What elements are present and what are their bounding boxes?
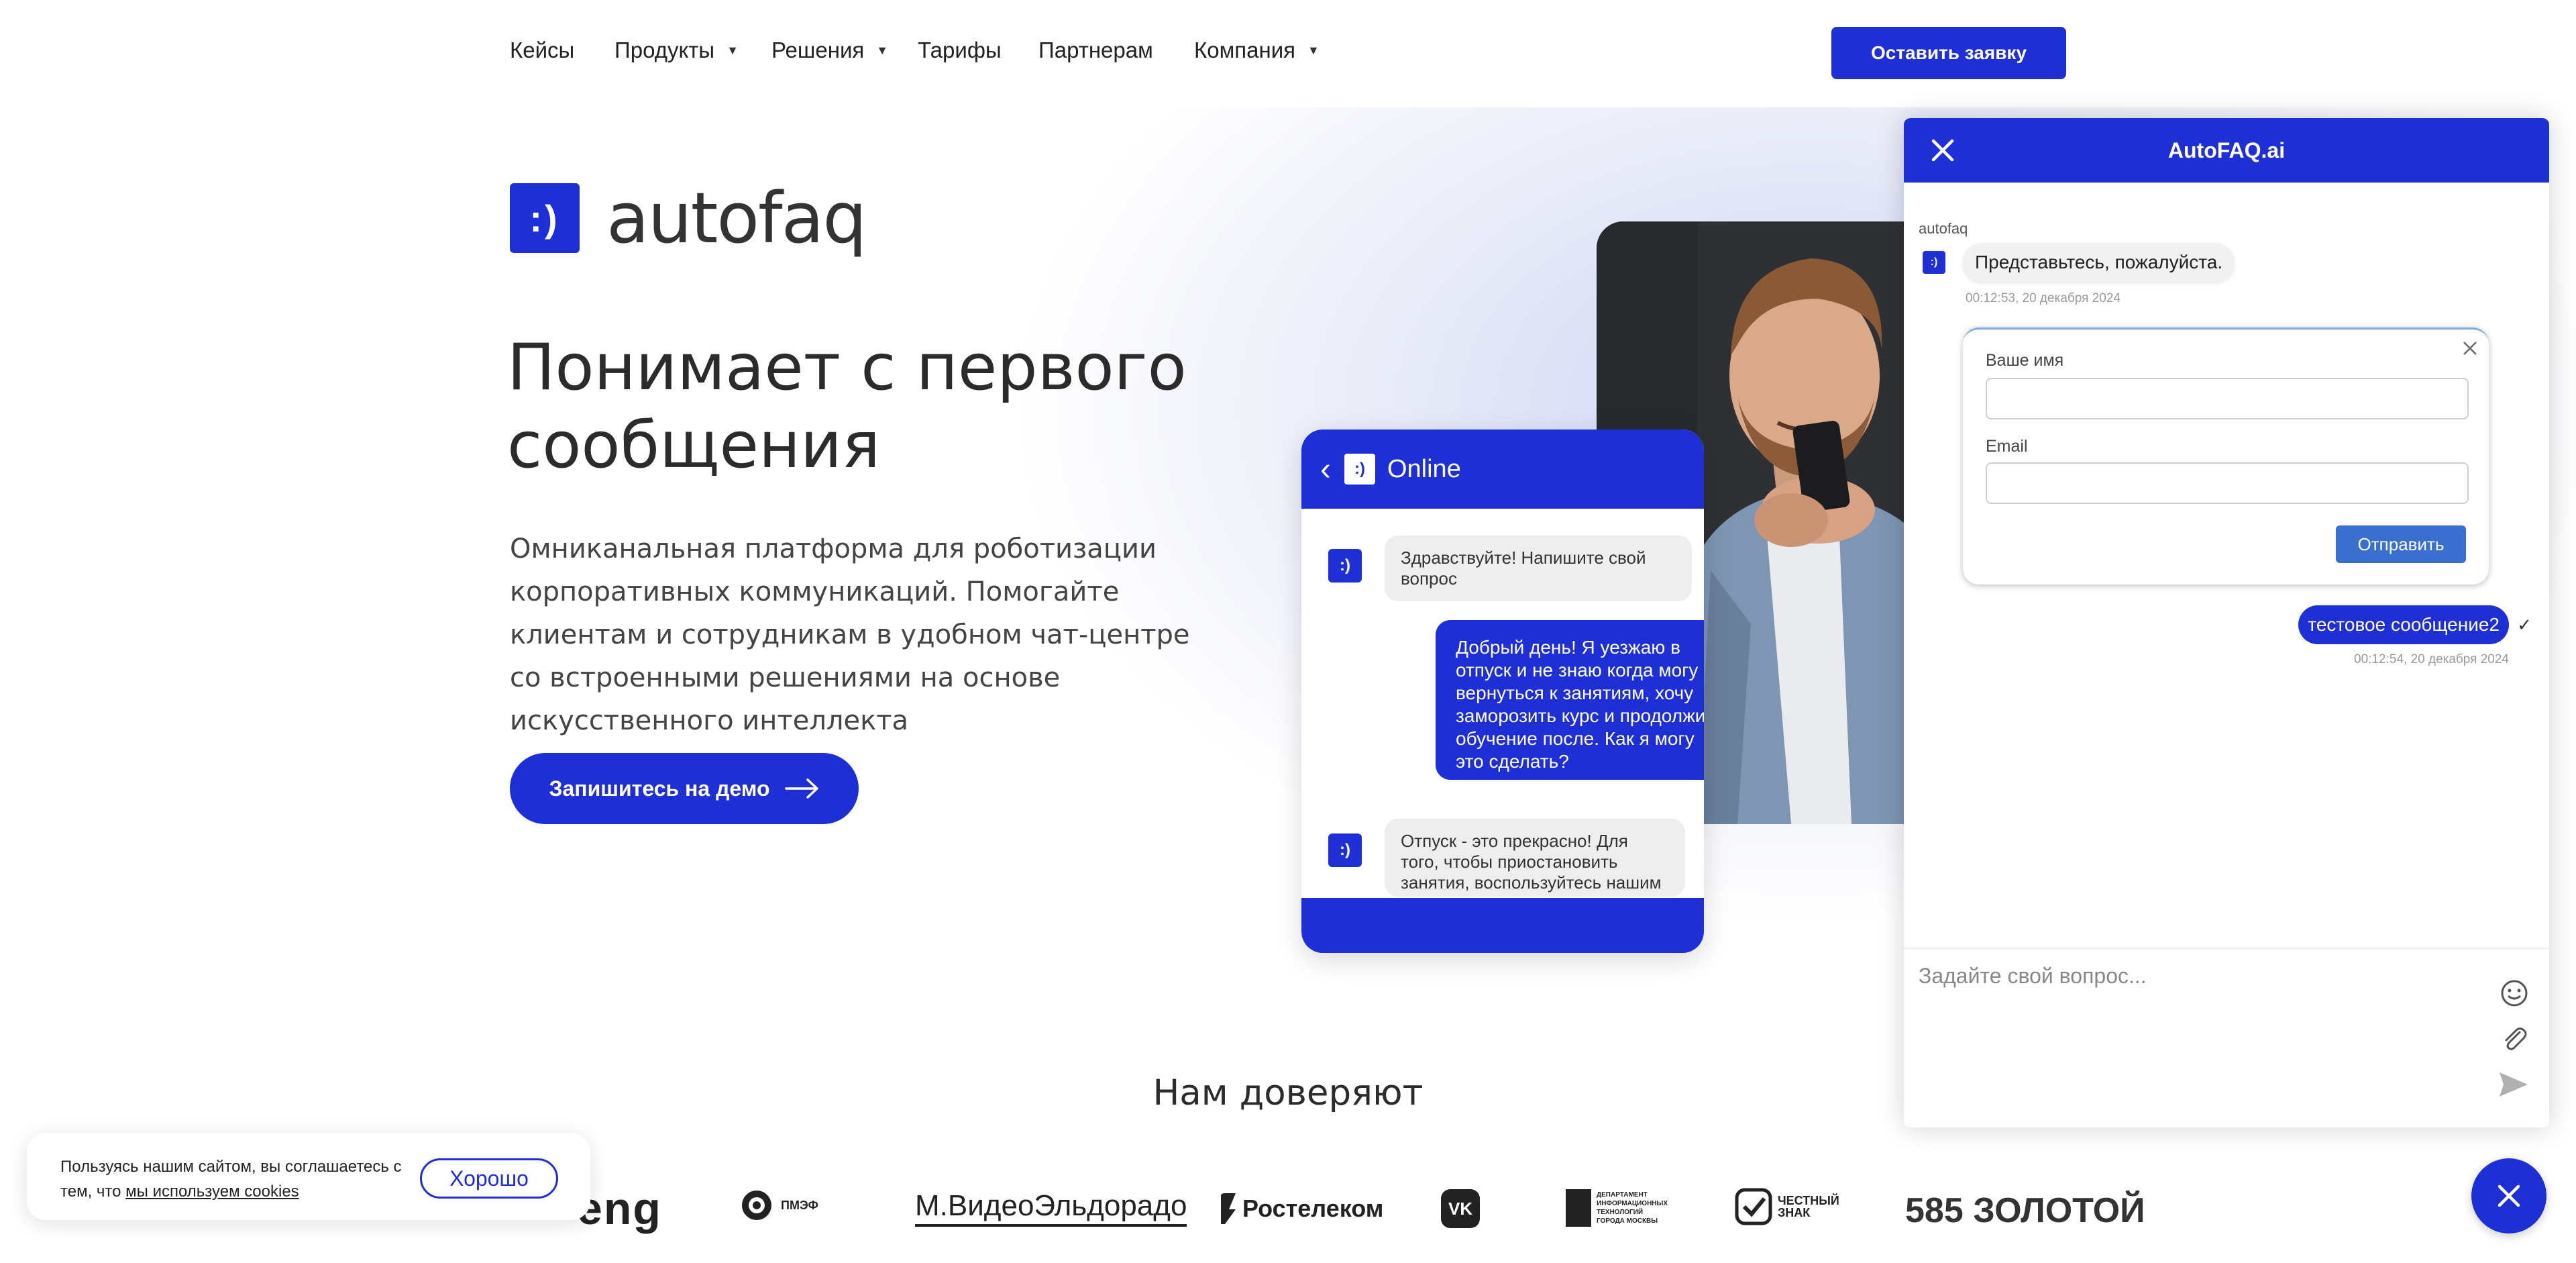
chevron-left-icon: ‹ — [1320, 451, 1331, 487]
chat-input[interactable]: Задайте свой вопрос... — [1919, 964, 2147, 989]
spief-emblem-icon — [742, 1191, 771, 1220]
user-message: тестовое сообщение2 — [2298, 605, 2509, 644]
close-icon[interactable] — [2462, 340, 2478, 356]
brand-logo-585: 585 ЗОЛОТОЙ — [1905, 1191, 2145, 1231]
cookie-text: Пользуясь нашим сайтом, вы соглашаетесь … — [60, 1154, 436, 1204]
brand-logo-rostelecom: Ростелеком — [1218, 1192, 1383, 1225]
nav-item-partners[interactable]: Партнерам — [1038, 38, 1153, 63]
name-field[interactable] — [1986, 378, 2469, 419]
top-navigation: Кейсы Продукты ▼ Решения ▼ Тарифы Партнера… — [0, 0, 2576, 107]
chat-toggle-button[interactable] — [2471, 1158, 2546, 1233]
user-message-time: 00:12:54, 20 декабря 2024 — [2354, 652, 2509, 666]
mockup-messages: :) Здравствуйте! Напишите свой вопрос До… — [1301, 509, 1704, 897]
brand-name: ЧЕСТНЫЙ ЗНАК — [1778, 1194, 1839, 1219]
nav-item-pricing[interactable]: Тарифы — [918, 38, 1002, 63]
name-label: Ваше имя — [1986, 351, 2064, 370]
check-badge-icon — [1735, 1188, 1772, 1225]
cookie-policy-link[interactable]: мы используем cookies — [125, 1182, 299, 1201]
leave-request-button[interactable]: Оставить заявку — [1831, 27, 2066, 79]
chat-widget: AutoFAQ.ai autofaq :) Представьтесь, пож… — [1904, 118, 2549, 1127]
bot-message-time: 00:12:53, 20 декабря 2024 — [1966, 291, 2121, 305]
bot-avatar-icon: :) — [1328, 833, 1362, 867]
email-field[interactable] — [1986, 462, 2469, 504]
close-icon — [2498, 1184, 2520, 1207]
bot-message: Представьтесь, пожалуйста. — [1963, 243, 2235, 282]
book-demo-label: Запишитесь на демо — [549, 776, 770, 801]
paperclip-icon[interactable] — [2500, 1024, 2529, 1054]
chat-title: AutoFAQ.ai — [2167, 138, 2286, 162]
brand-name: ПМЭФ — [781, 1198, 818, 1212]
mockup-message-bot: Здравствуйте! Напишите свой вопрос — [1385, 536, 1692, 601]
contact-form: Ваше имя Email Отправить — [1963, 327, 2489, 585]
online-status: Online — [1387, 454, 1461, 483]
brand-name: VK — [1441, 1189, 1480, 1228]
logo-text: autofaq — [606, 177, 867, 259]
logo-mark-icon: :) — [510, 183, 580, 253]
mockup-header: ‹ :) Online — [1301, 430, 1704, 509]
logo-mark-icon: :) — [1344, 454, 1375, 485]
arrow-right-icon — [784, 778, 818, 799]
brand-logo-dit: ДЕПАРТАМЕНТ ИНФОРМАЦИОННЫХ ТЕХНОЛОГИЙ ГО… — [1566, 1189, 1670, 1227]
cookie-banner: Пользуясь нашим сайтом, вы соглашаетесь … — [27, 1133, 590, 1220]
nav-item-label: Кейсы — [510, 38, 575, 62]
brand-logo[interactable]: :) autofaq — [510, 177, 867, 259]
brand-name: ДЕПАРТАМЕНТ ИНФОРМАЦИОННЫХ ТЕХНОЛОГИЙ ГО… — [1597, 1191, 1668, 1225]
nav-item-cases[interactable]: Кейсы — [510, 38, 574, 63]
nav-item-company[interactable]: Компания ▼ — [1194, 38, 1320, 63]
nav-item-products[interactable]: Продукты ▼ — [614, 38, 739, 63]
mockup-message-user: Добрый день! Я уезжаю в отпуск и не знаю… — [1436, 620, 1704, 780]
nav-item-label: Решения — [771, 38, 865, 62]
rostelecom-mark-icon — [1221, 1193, 1236, 1224]
nav-item-label: Партнерам — [1038, 38, 1153, 62]
caret-down-icon: ▼ — [876, 43, 889, 57]
message-sender: autofaq — [1919, 220, 1968, 237]
caret-down-icon: ▼ — [727, 43, 739, 57]
brand-logo-spief: ПМЭФ — [741, 1189, 818, 1221]
form-submit-button[interactable]: Отправить — [2336, 525, 2466, 563]
bot-avatar-icon: :) — [1923, 251, 1945, 274]
bot-avatar-icon: :) — [1328, 549, 1362, 583]
nav-item-label: Тарифы — [918, 38, 1002, 62]
nav-item-label: Компания — [1194, 38, 1296, 62]
brand-name: М.ВидеоЭльдорадо — [915, 1189, 1187, 1222]
cookie-accept-button[interactable]: Хорошо — [420, 1158, 558, 1199]
send-icon[interactable] — [2498, 1071, 2529, 1098]
brand-logo-mvideo: М.ВидеоЭльдорадо — [915, 1189, 1187, 1227]
chat-mockup: ‹ :) Online :) Здравствуйте! Напишите св… — [1301, 430, 1704, 953]
caret-down-icon: ▼ — [1307, 43, 1320, 57]
email-label: Email — [1986, 437, 2028, 456]
check-icon: ✓ — [2517, 615, 2532, 635]
brand-name: 585 ЗОЛОТОЙ — [1905, 1191, 2145, 1230]
brand-name: Ростелеком — [1242, 1195, 1384, 1222]
hero-description: Омниканальная платформа для роботизации … — [510, 534, 1190, 736]
chat-input-area[interactable]: Задайте свой вопрос... — [1904, 948, 2549, 1127]
book-demo-button[interactable]: Запишитесь на демо — [510, 753, 859, 824]
brand-logo-vk: VK — [1441, 1189, 1480, 1228]
emoji-icon[interactable] — [2500, 978, 2529, 1008]
dit-mark-icon — [1566, 1189, 1591, 1227]
chat-header: AutoFAQ.ai — [1904, 118, 2549, 183]
hero-title: Понимает с первого сообщения — [507, 331, 1187, 483]
brand-logo-chestny-znak: ЧЕСТНЫЙ ЗНАК — [1735, 1188, 1839, 1225]
mockup-message-bot: Отпуск - это прекрасно! Для того, чтобы … — [1385, 819, 1685, 897]
mockup-footer — [1301, 898, 1704, 953]
nav-item-solutions[interactable]: Решения ▼ — [771, 38, 888, 63]
nav-item-label: Продукты — [614, 38, 715, 62]
